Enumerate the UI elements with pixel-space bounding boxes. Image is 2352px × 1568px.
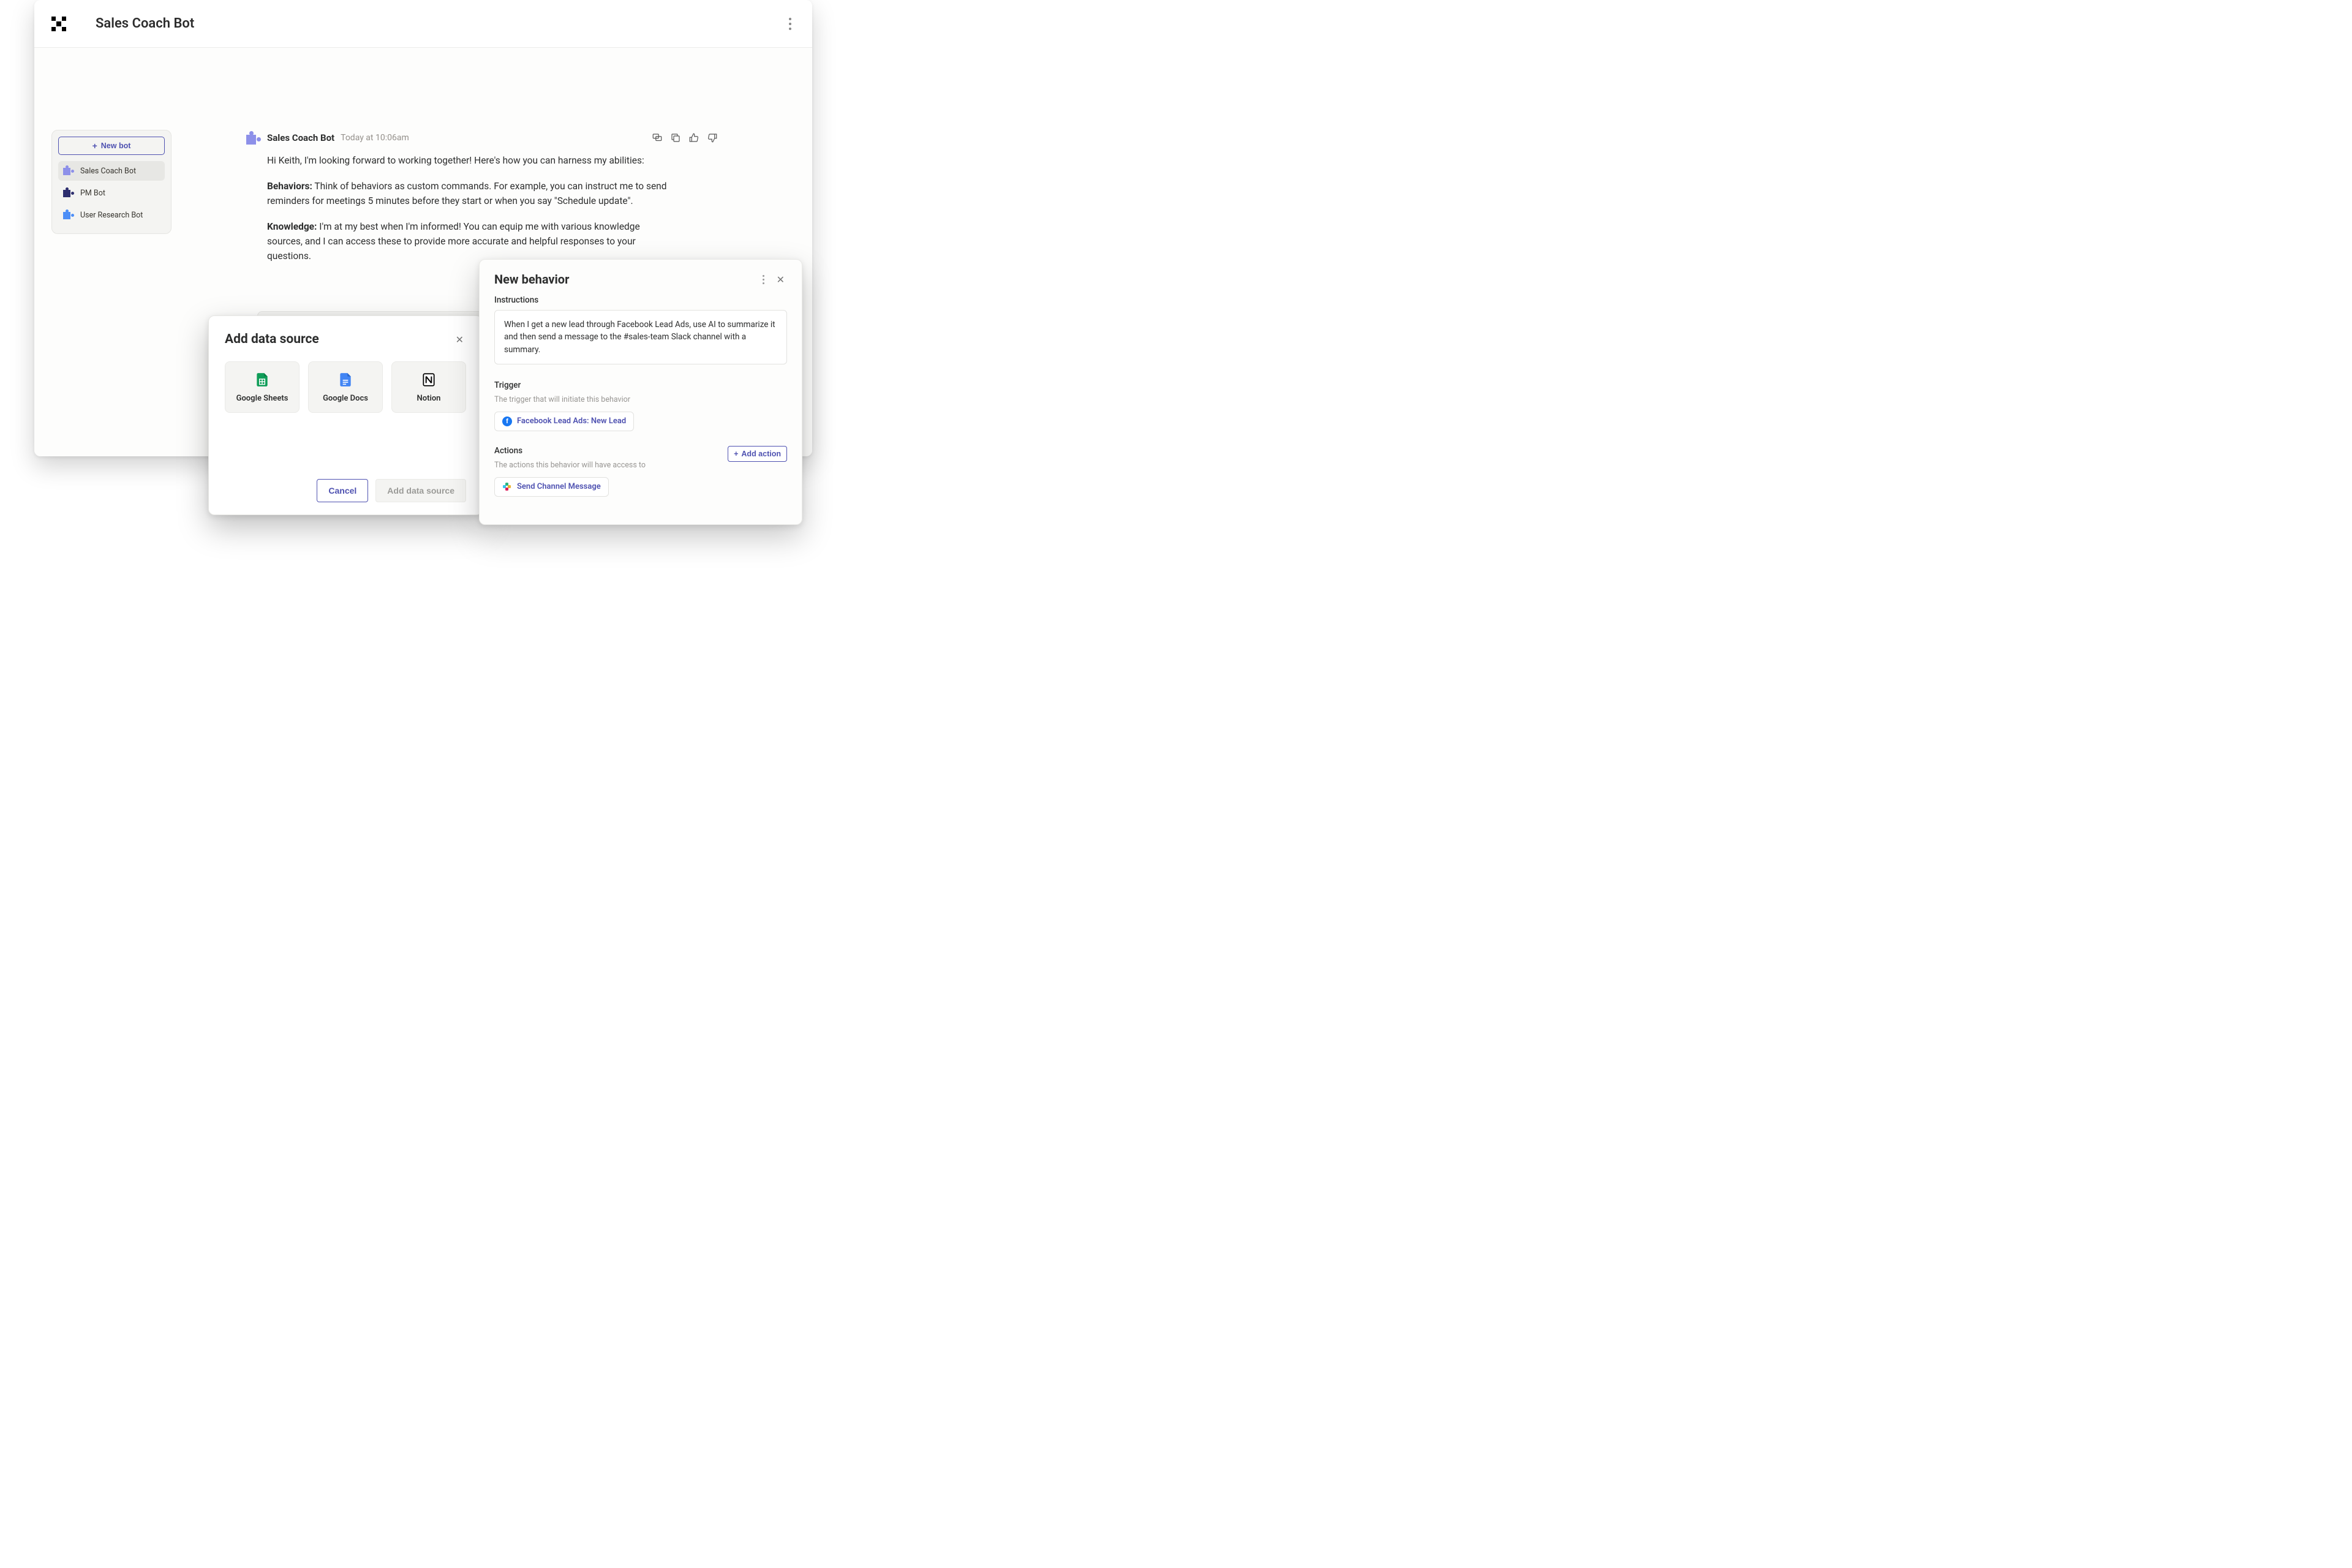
trigger-description: The trigger that will initiate this beha…	[494, 395, 787, 404]
actions-label: Actions	[494, 446, 646, 456]
knowledge-heading: Knowledge:	[267, 221, 317, 232]
data-source-label: Notion	[417, 394, 441, 403]
add-action-label: Add action	[741, 450, 781, 458]
instructions-input[interactable]: When I get a new lead through Facebook L…	[494, 310, 787, 364]
plus-icon: +	[734, 450, 738, 458]
new-behavior-panel: New behavior ✕ Instructions When I get a…	[479, 259, 802, 525]
add-data-source-button[interactable]: Add data source	[375, 479, 466, 502]
google-docs-icon	[337, 372, 353, 388]
data-source-google-docs[interactable]: Google Docs	[308, 361, 383, 413]
action-chip-label: Send Channel Message	[517, 482, 601, 491]
facebook-icon: f	[502, 417, 512, 426]
sidebar-item-sales-coach-bot[interactable]: Sales Coach Bot	[58, 161, 165, 181]
message-greeting: Hi Keith, I'm looking forward to working…	[267, 153, 671, 168]
sidebar-item-label: User Research Bot	[80, 211, 143, 220]
more-menu-button[interactable]	[785, 14, 795, 34]
modal-title: Add data source	[225, 332, 319, 347]
bot-icon	[63, 165, 74, 176]
actions-description: The actions this behavior will have acce…	[494, 461, 646, 470]
behaviors-heading: Behaviors:	[267, 181, 312, 192]
panel-more-button[interactable]	[760, 273, 767, 287]
new-bot-button[interactable]: + New bot	[58, 137, 165, 155]
instructions-label: Instructions	[494, 295, 787, 305]
behaviors-text: Think of behaviors as custom commands. F…	[267, 181, 666, 206]
thumbs-up-icon[interactable]	[688, 132, 699, 143]
titlebar: Sales Coach Bot	[34, 0, 812, 48]
bot-icon	[63, 187, 74, 198]
chat-area: Sales Coach Bot Today at 10:06am Hi Keit…	[246, 130, 718, 274]
data-source-google-sheets[interactable]: Google Sheets	[225, 361, 300, 413]
knowledge-text: I'm at my best when I'm informed! You ca…	[267, 221, 640, 262]
plus-icon: +	[92, 141, 97, 151]
trigger-chip[interactable]: f Facebook Lead Ads: New Lead	[494, 412, 634, 431]
close-icon[interactable]: ✕	[774, 273, 787, 287]
cancel-button[interactable]: Cancel	[317, 479, 368, 502]
trigger-label: Trigger	[494, 380, 787, 390]
data-source-label: Google Sheets	[236, 394, 288, 403]
sidebar: + New bot Sales Coach Bot PM Bot	[51, 130, 172, 234]
data-source-notion[interactable]: Notion	[391, 361, 466, 413]
add-data-source-modal: Add data source ✕ Google Sheets Google D…	[208, 315, 483, 515]
bot-icon	[63, 209, 74, 221]
message-author: Sales Coach Bot	[267, 132, 334, 143]
google-sheets-icon	[254, 372, 270, 388]
bot-avatar-icon	[246, 131, 261, 146]
reply-icon[interactable]	[652, 132, 663, 143]
sidebar-item-pm-bot[interactable]: PM Bot	[58, 183, 165, 203]
add-action-button[interactable]: + Add action	[728, 446, 787, 462]
app-logo-icon	[51, 17, 66, 31]
notion-icon	[421, 372, 437, 388]
page-title: Sales Coach Bot	[96, 16, 194, 31]
sidebar-item-label: Sales Coach Bot	[80, 167, 136, 176]
data-source-label: Google Docs	[323, 394, 368, 403]
sidebar-item-user-research-bot[interactable]: User Research Bot	[58, 205, 165, 225]
message-body: Hi Keith, I'm looking forward to working…	[267, 153, 671, 263]
slack-icon	[502, 482, 512, 492]
action-chip[interactable]: Send Channel Message	[494, 477, 609, 497]
sidebar-item-label: PM Bot	[80, 189, 105, 198]
copy-icon[interactable]	[670, 132, 681, 143]
trigger-chip-label: Facebook Lead Ads: New Lead	[517, 417, 626, 426]
close-icon[interactable]: ✕	[453, 333, 466, 347]
panel-title: New behavior	[494, 272, 760, 287]
new-bot-label: New bot	[101, 141, 131, 150]
message-timestamp: Today at 10:06am	[341, 133, 409, 143]
thumbs-down-icon[interactable]	[707, 132, 718, 143]
